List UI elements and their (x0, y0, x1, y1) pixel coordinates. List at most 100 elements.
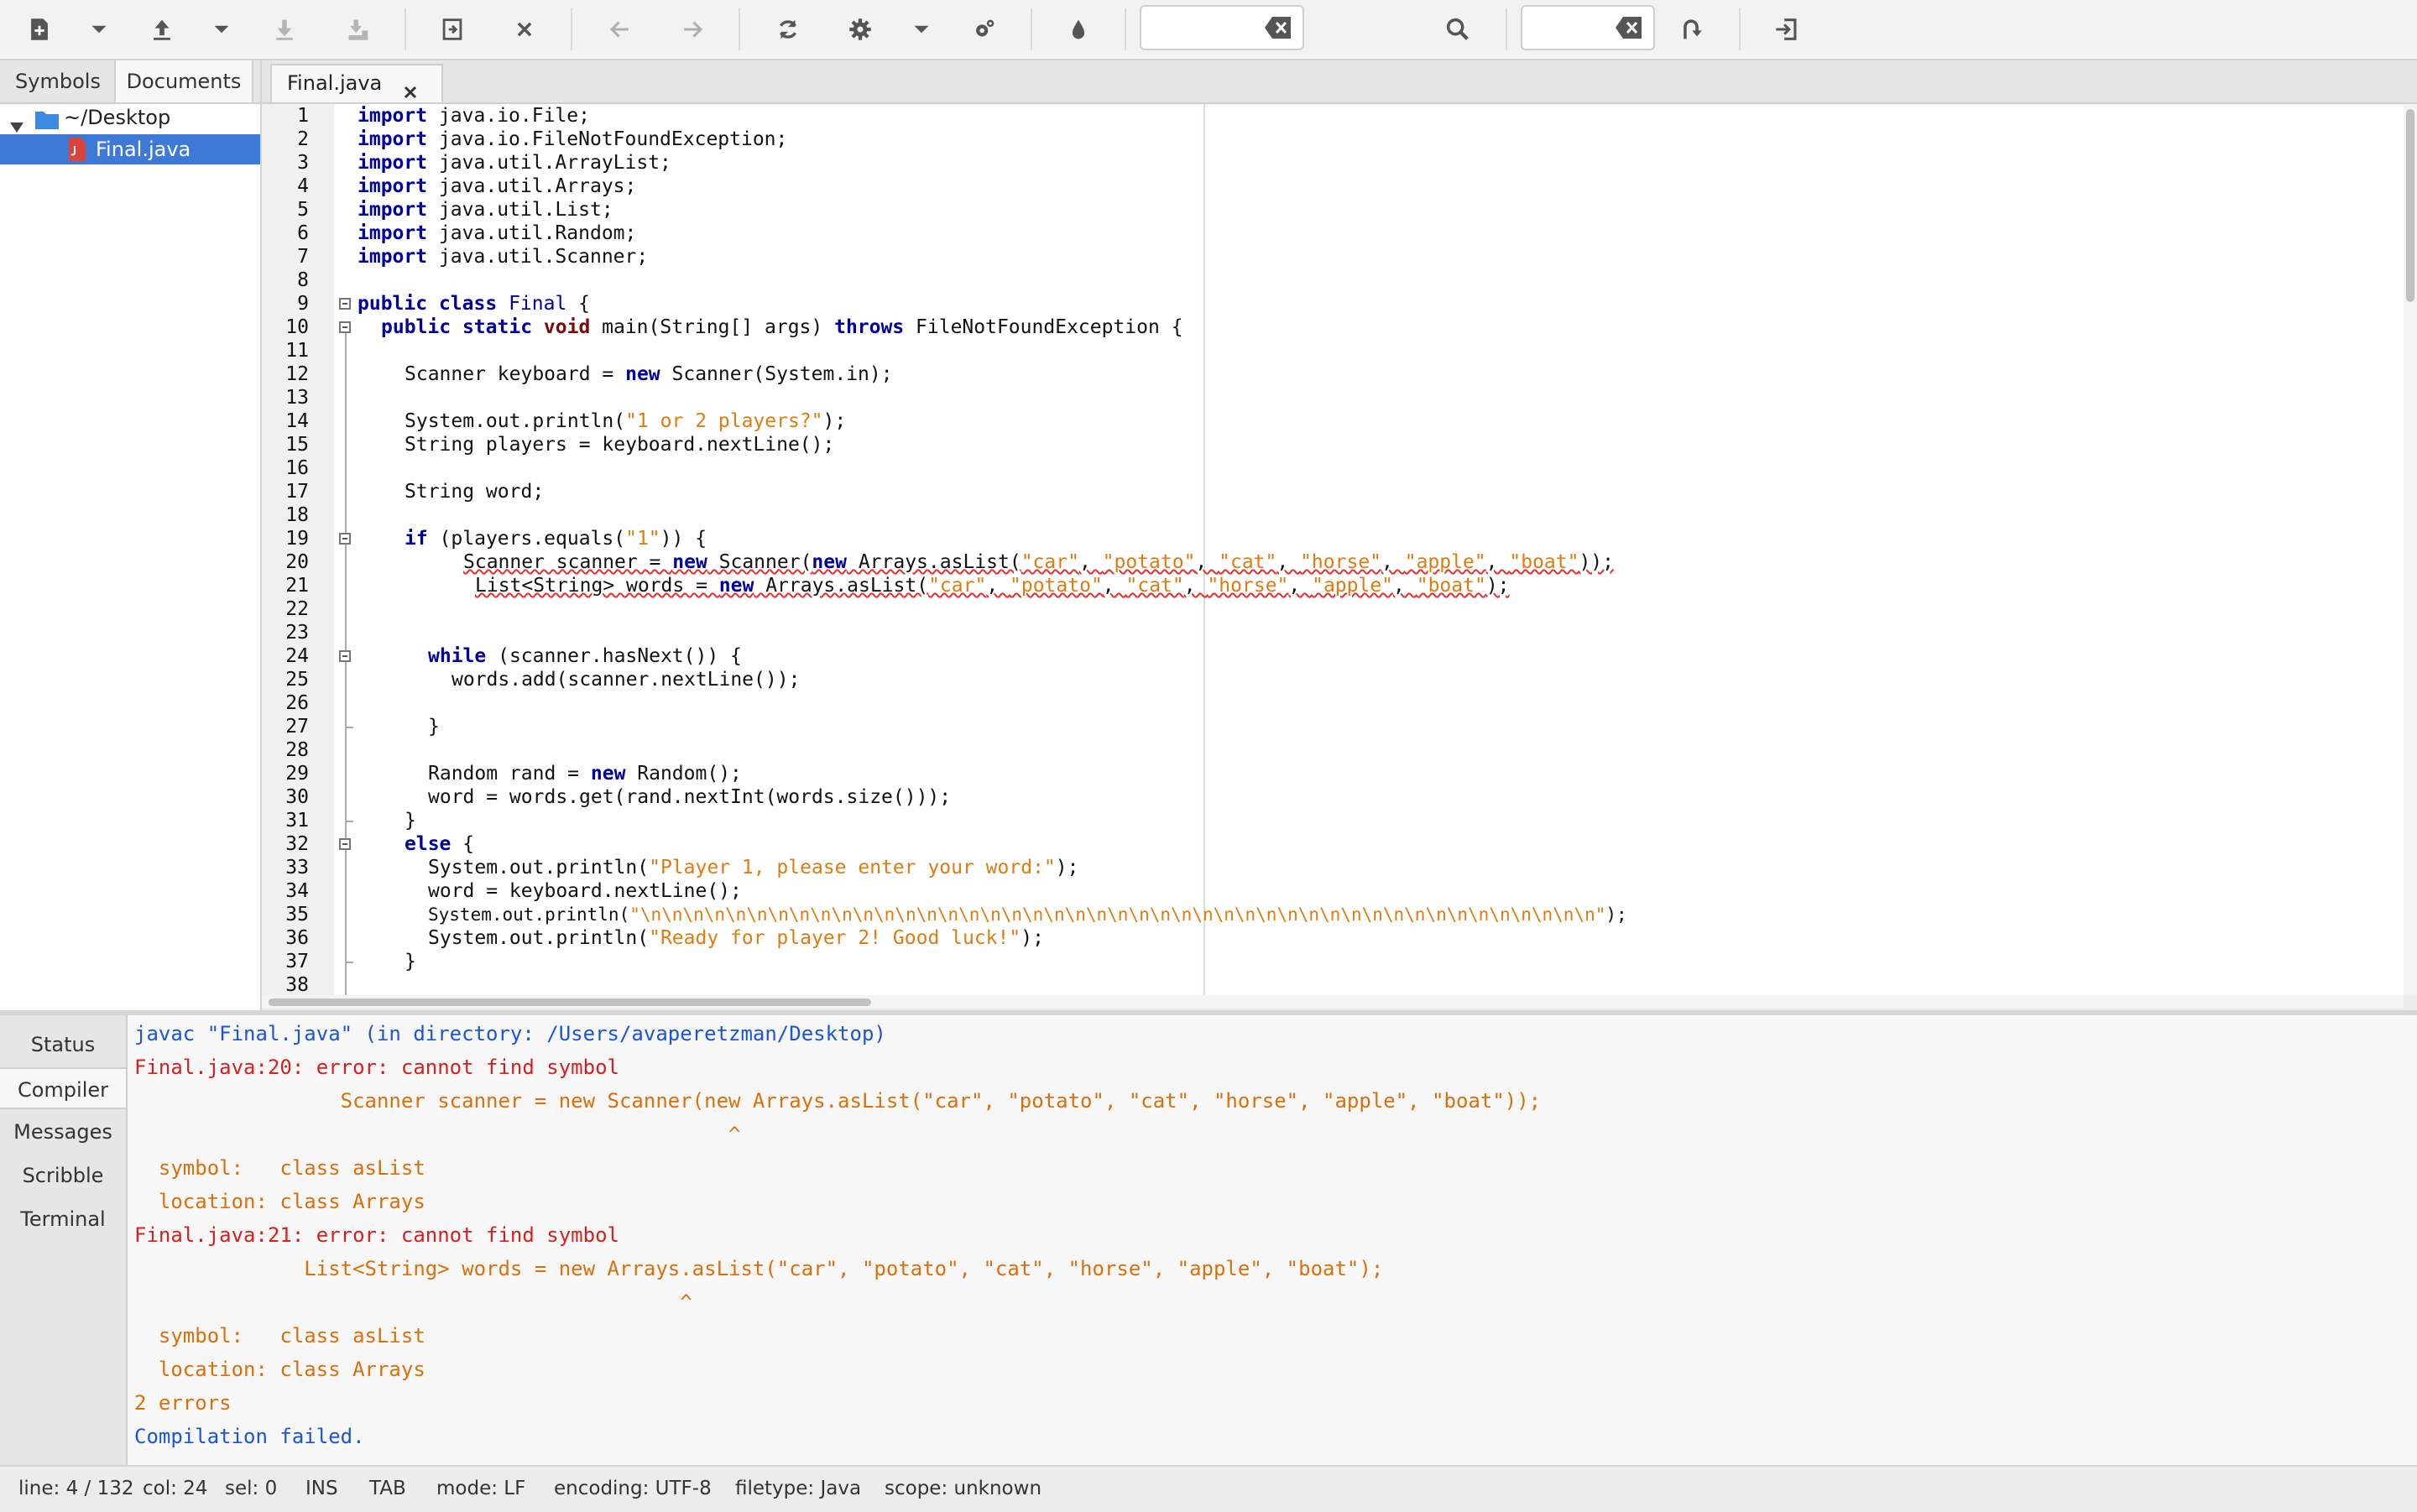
tab-compiler[interactable]: Compiler (0, 1067, 126, 1109)
code-line-4: import java.util.Arrays; (358, 175, 637, 197)
compiler-error-line[interactable]: Final.java:20: error: cannot find symbol (134, 1051, 619, 1084)
build-dropdown-icon[interactable] (905, 12, 938, 47)
code-line-27: } (428, 716, 440, 738)
message-window-tabs: Status Compiler Messages Scribble Termin… (0, 1015, 128, 1465)
line-number: 13 (285, 387, 309, 409)
fold-end-marker (345, 821, 353, 822)
clear-goto-icon[interactable] (1615, 15, 1643, 40)
status-line: line: 4 / 132 (18, 1478, 134, 1499)
revert-icon[interactable] (435, 12, 470, 47)
line-number: 19 (285, 528, 309, 550)
color-drop-icon[interactable] (1061, 12, 1096, 47)
line-number: 8 (297, 269, 309, 291)
reload-icon[interactable] (770, 12, 806, 47)
run-gear-icon[interactable] (967, 12, 1002, 47)
java-file-icon (67, 138, 87, 169)
compiler-error-line[interactable]: Final.java:21: error: cannot find symbol (134, 1218, 619, 1252)
new-file-dropdown-icon[interactable] (82, 12, 116, 47)
compiler-line: location: class Arrays (134, 1358, 425, 1381)
code-line-6: import java.util.Random; (358, 222, 637, 244)
line-number: 21 (285, 575, 309, 597)
line-number: 12 (285, 363, 309, 385)
tab-documents[interactable]: Documents (114, 60, 253, 102)
fold-marker-icon[interactable] (339, 321, 351, 333)
fold-guide (345, 333, 347, 995)
compiler-line: 2 errors (134, 1391, 232, 1415)
toolbar (0, 0, 2417, 60)
vertical-scrollbar[interactable] (2404, 104, 2417, 995)
line-number: 25 (285, 669, 309, 691)
line-number: 10 (285, 316, 309, 338)
line-number: 23 (285, 622, 309, 644)
tab-terminal[interactable]: Terminal (0, 1198, 126, 1240)
close-icon[interactable] (507, 12, 542, 47)
line-number: 32 (285, 833, 309, 855)
forward-arrow-icon[interactable] (675, 12, 710, 47)
line-number: 35 (285, 904, 309, 925)
search-field[interactable] (1140, 5, 1304, 50)
line-number: 6 (297, 222, 309, 244)
line-number: 5 (297, 199, 309, 221)
clear-search-icon[interactable] (1264, 15, 1292, 40)
compiler-line: symbol: class asList (134, 1324, 425, 1348)
status-tab: TAB (369, 1478, 406, 1499)
tree-folder-desktop[interactable]: ~/Desktop (0, 102, 260, 133)
fold-marker-icon[interactable] (339, 650, 351, 662)
status-filetype: filetype: Java (735, 1478, 862, 1499)
tab-final-java[interactable]: Final.java (270, 64, 443, 102)
line-number: 31 (285, 810, 309, 832)
status-col: col: 24 (143, 1478, 208, 1499)
goto-line-field[interactable] (1521, 5, 1655, 50)
compiler-line: javac "Final.java" (in directory: /Users… (134, 1022, 886, 1045)
tab-scribble[interactable]: Scribble (0, 1155, 126, 1197)
tab-symbols[interactable]: Symbols (0, 60, 116, 102)
fold-end-marker (345, 962, 353, 963)
line-number: 29 (285, 763, 309, 785)
line-number: 1 (297, 105, 309, 127)
sidebar-tabs: Symbols Documents (0, 60, 260, 104)
compiler-line: ^ (134, 1290, 692, 1314)
back-arrow-icon[interactable] (603, 12, 638, 47)
code-line-14: System.out.println("1 or 2 players?"); (405, 410, 847, 432)
new-file-icon[interactable] (22, 12, 57, 47)
tab-status[interactable]: Status (0, 1024, 126, 1066)
jump-to-line-icon[interactable] (1673, 12, 1709, 47)
line-number: 37 (285, 951, 309, 972)
code-line-10: public static void main(String[] args) t… (381, 316, 1183, 338)
line-number: 11 (285, 340, 309, 362)
code-editor[interactable]: 1 2 3 4 5 6 7 8 9 10 11 12 13 14 15 16 1… (262, 104, 2404, 995)
horizontal-scroll-thumb[interactable] (269, 998, 871, 1006)
compiler-output[interactable]: javac "Final.java" (in directory: /Users… (128, 1015, 2417, 1465)
code-line-33: System.out.println("Player 1, please ent… (428, 857, 1079, 879)
save-icon[interactable] (267, 12, 302, 47)
code-line-29: Random rand = new Random(); (428, 763, 742, 785)
code-line-7: import java.util.Scanner; (358, 246, 649, 268)
quit-icon[interactable] (1769, 12, 1804, 47)
fold-marker-icon[interactable] (339, 533, 351, 545)
tree-folder-label: ~/Desktop (64, 106, 171, 129)
tree-file-final-java[interactable]: Final.java (0, 134, 260, 164)
horizontal-scrollbar[interactable] (262, 995, 2404, 1009)
folder-icon (35, 107, 59, 138)
line-number: 33 (285, 857, 309, 879)
open-file-icon[interactable] (144, 12, 180, 47)
line-number: 4 (297, 175, 309, 197)
line-number: 16 (285, 457, 309, 479)
line-number: 20 (285, 551, 309, 573)
compiler-line: Scanner scanner = new Scanner(new Arrays… (134, 1089, 1542, 1113)
fold-marker-icon[interactable] (339, 298, 351, 310)
fold-marker-icon[interactable] (339, 838, 351, 850)
open-file-dropdown-icon[interactable] (205, 12, 238, 47)
vertical-scroll-thumb[interactable] (2406, 109, 2414, 302)
line-number: 27 (285, 716, 309, 738)
search-icon[interactable] (1440, 12, 1475, 47)
compiler-line: List<String> words = new Arrays.asList("… (134, 1257, 1384, 1280)
code-line-37: } (405, 951, 416, 972)
line-number: 22 (285, 598, 309, 620)
search-input[interactable] (1141, 7, 1282, 49)
code-line-19: if (players.equals("1")) { (405, 528, 707, 550)
tab-messages[interactable]: Messages (0, 1111, 126, 1153)
code-line-2: import java.io.FileNotFoundException; (358, 128, 788, 150)
save-all-icon[interactable] (341, 12, 376, 47)
build-gear-icon[interactable] (843, 12, 878, 47)
